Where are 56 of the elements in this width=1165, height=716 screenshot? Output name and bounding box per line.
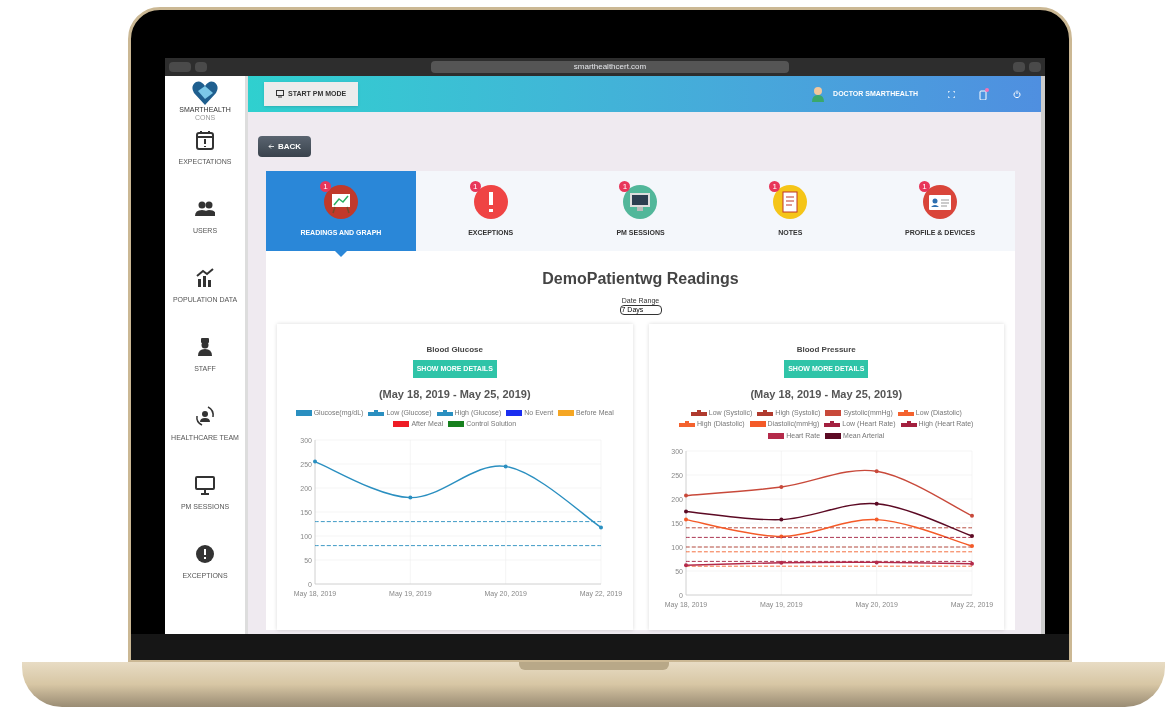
data-point bbox=[684, 563, 689, 568]
back-button[interactable]: BACK bbox=[258, 136, 312, 157]
exclamation-icon[interactable] bbox=[195, 544, 215, 564]
data-point bbox=[970, 534, 975, 538]
doctor-avatar-icon bbox=[811, 86, 826, 102]
easel-chart-icon bbox=[322, 183, 359, 220]
id-card-icon bbox=[922, 183, 959, 220]
data-point bbox=[779, 534, 784, 539]
data-point bbox=[779, 560, 784, 565]
exclamation-icon bbox=[472, 183, 509, 220]
data-point bbox=[684, 509, 689, 514]
selected-tab-pointer bbox=[334, 251, 347, 257]
data-point bbox=[598, 524, 603, 529]
data-point bbox=[874, 469, 879, 474]
address-bar[interactable]: smarthealthcert.com bbox=[431, 61, 789, 73]
data-point bbox=[503, 463, 508, 468]
share-button[interactable] bbox=[1013, 62, 1025, 72]
data-point bbox=[970, 513, 975, 518]
notification-badge: 1 bbox=[469, 180, 481, 192]
chart-title: Blood Pressure bbox=[796, 344, 856, 356]
clipboard-icon bbox=[772, 183, 809, 220]
monitor-icon bbox=[622, 183, 659, 220]
data-point bbox=[874, 560, 879, 565]
users-icon[interactable] bbox=[195, 199, 215, 219]
fullscreen-icon[interactable] bbox=[948, 90, 955, 98]
data-point bbox=[874, 501, 879, 506]
notification-badge: 1 bbox=[319, 180, 331, 192]
data-point bbox=[684, 517, 689, 522]
date-range-heading: (May 18, 2019 - May 25, 2019) bbox=[378, 387, 531, 402]
sidebar-toggle-button[interactable] bbox=[195, 62, 207, 72]
notification-badge: 1 bbox=[919, 180, 931, 192]
tabs-button[interactable] bbox=[1029, 62, 1041, 72]
bar-chart-icon[interactable] bbox=[195, 268, 215, 288]
left-arrow-icon bbox=[268, 144, 274, 149]
data-point bbox=[779, 485, 784, 489]
data-point bbox=[970, 544, 975, 548]
monitor-icon[interactable] bbox=[195, 475, 215, 495]
notification-badge: 1 bbox=[619, 180, 631, 192]
notification-badge: 1 bbox=[769, 180, 781, 192]
data-point bbox=[779, 517, 784, 522]
data-point bbox=[408, 495, 413, 500]
data-point bbox=[970, 561, 975, 566]
power-icon[interactable] bbox=[1013, 90, 1021, 98]
monitor-icon bbox=[276, 90, 284, 98]
data-point bbox=[684, 493, 689, 498]
logo-heart-icon bbox=[191, 80, 219, 106]
data-point bbox=[874, 517, 879, 522]
scrollbar[interactable] bbox=[1041, 76, 1045, 634]
phone-notification-icon[interactable] bbox=[979, 88, 989, 100]
chart-title: Blood Glucose bbox=[426, 344, 483, 356]
team-rotation-icon[interactable] bbox=[195, 406, 215, 426]
date-range-heading: (May 18, 2019 - May 25, 2019) bbox=[750, 387, 903, 402]
calendar-icon[interactable] bbox=[195, 130, 215, 150]
data-point bbox=[312, 459, 317, 464]
page-title: DemoPatientwg Readings bbox=[541, 269, 740, 289]
nurse-icon[interactable] bbox=[195, 337, 215, 357]
